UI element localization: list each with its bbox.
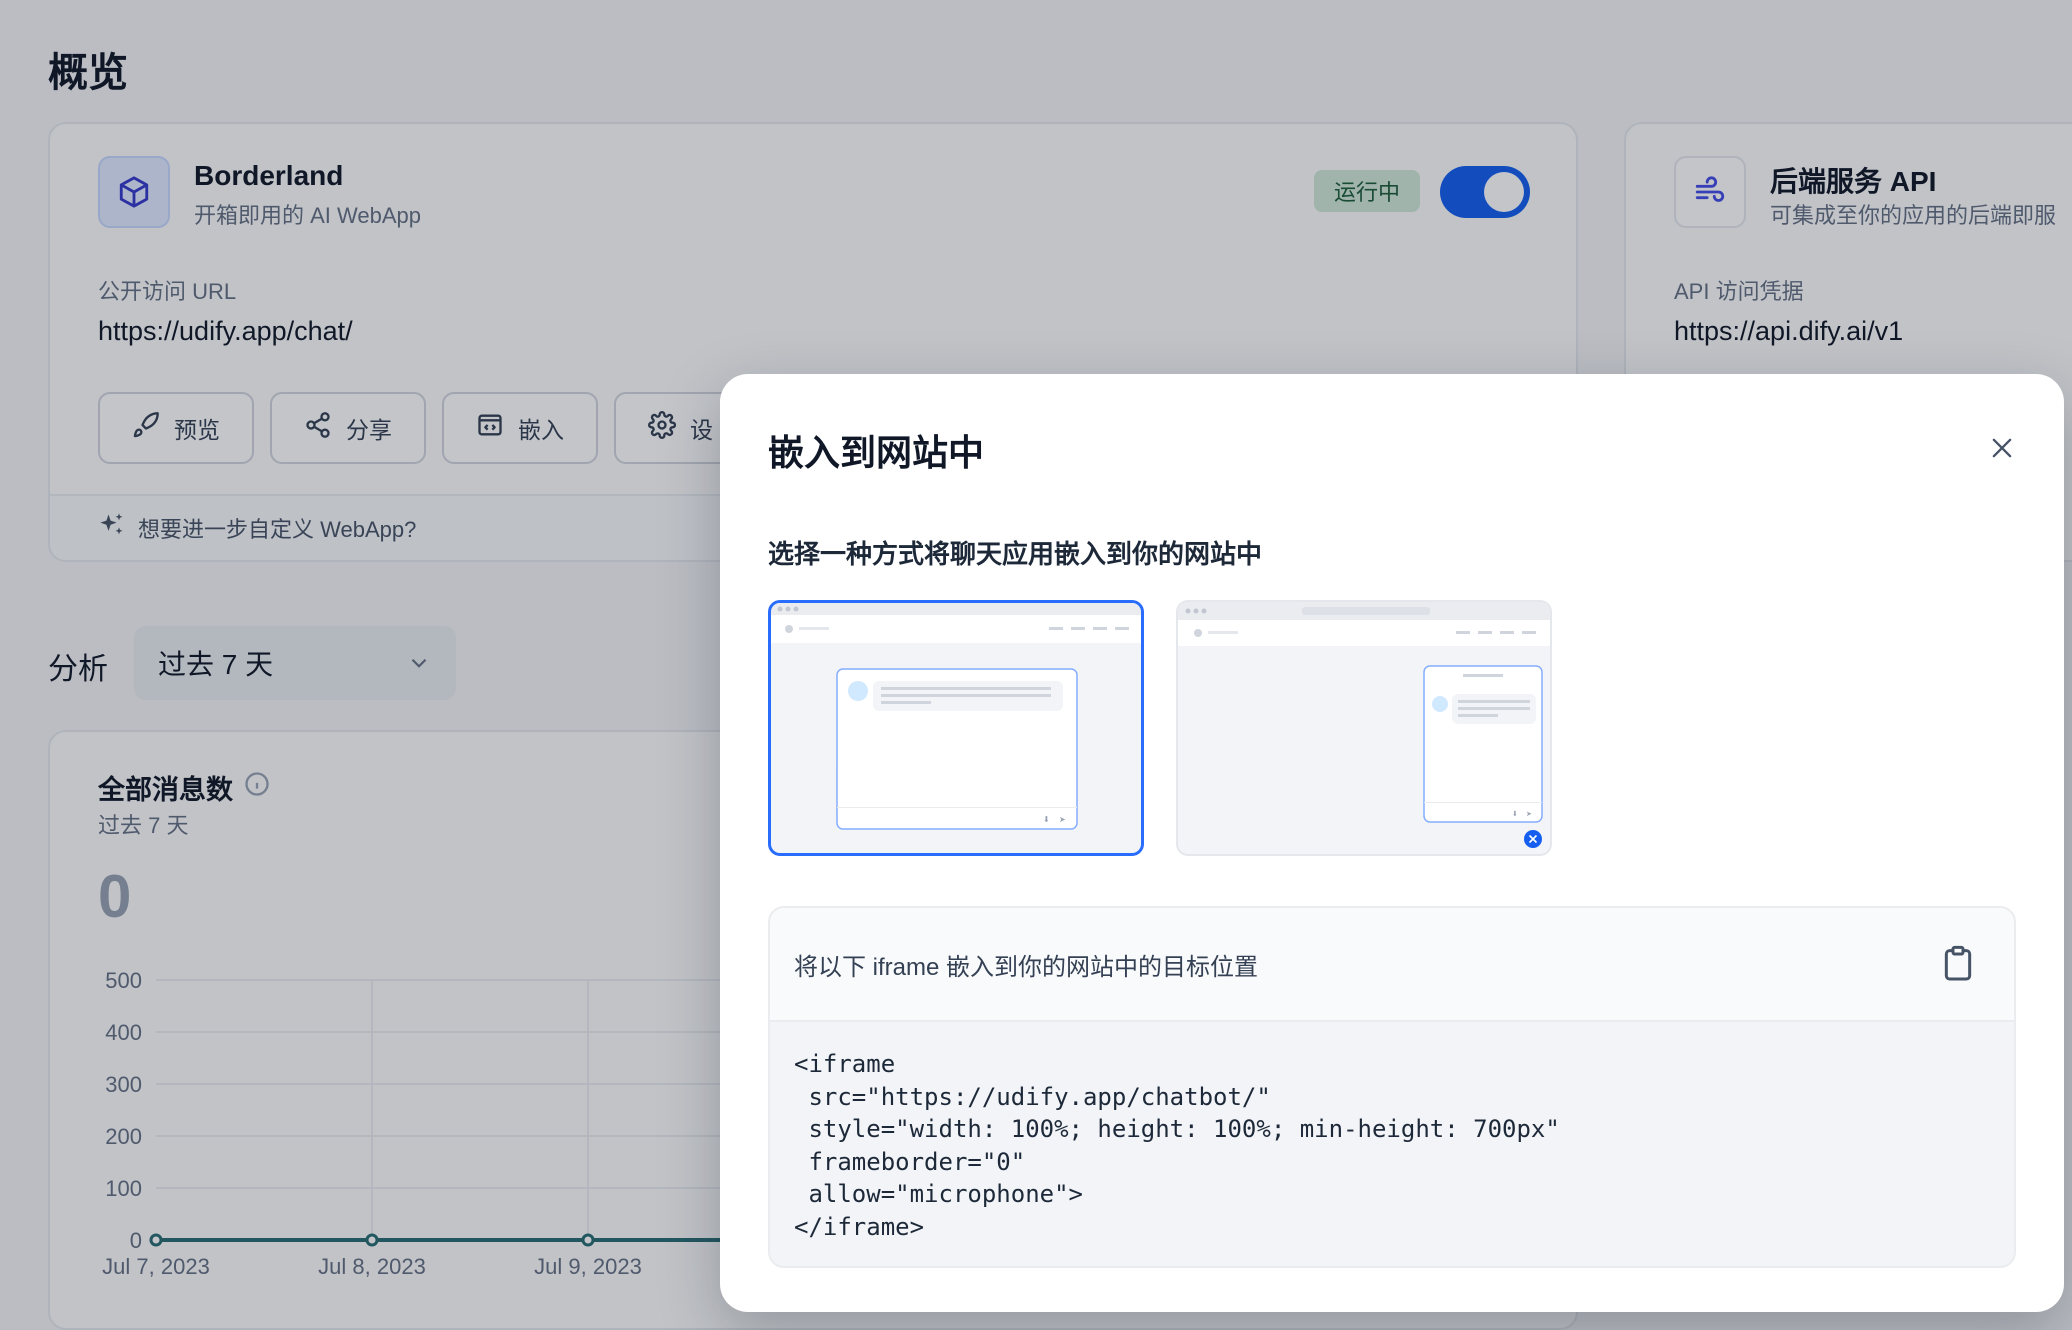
modal-subtitle: 选择一种方式将聊天应用嵌入到你的网站中 xyxy=(768,539,1263,569)
svg-text:➤: ➤ xyxy=(1059,815,1066,824)
svg-text:⬇: ⬇ xyxy=(1043,815,1050,824)
embed-code-box: 将以下 iframe 嵌入到你的网站中的目标位置 <iframe src="ht… xyxy=(768,906,2016,1268)
modal-title: 嵌入到网站中 xyxy=(768,432,985,473)
app-overview-page: 概览 Borderland 开箱即用的 AI WebApp 运行中 公开访问 U… xyxy=(0,0,2072,1330)
embed-code[interactable]: <iframe src="https://udify.app/chatbot/"… xyxy=(770,1022,2014,1266)
embed-modal: 嵌入到网站中 选择一种方式将聊天应用嵌入到你的网站中 ⬇ ➤ ⬇ ➤ 将以下 i… xyxy=(720,374,2064,1312)
svg-text:➤: ➤ xyxy=(1526,811,1532,818)
fullscreen-embed-illustration: ⬇ ➤ xyxy=(771,603,1141,830)
embed-option-bubble[interactable]: ⬇ ➤ xyxy=(1176,600,1552,856)
close-icon[interactable] xyxy=(1980,426,2024,470)
clipboard-icon[interactable] xyxy=(1938,944,1978,984)
code-line: allow="microphone"> xyxy=(794,1180,1083,1208)
embed-option-fullscreen[interactable]: ⬇ ➤ xyxy=(768,600,1144,856)
svg-text:⬇: ⬇ xyxy=(1512,810,1518,818)
code-line: </iframe> xyxy=(794,1212,925,1241)
bubble-embed-illustration: ⬇ ➤ xyxy=(1178,602,1550,848)
code-box-title: 将以下 iframe 嵌入到你的网站中的目标位置 xyxy=(794,953,1259,981)
code-line: <iframe xyxy=(794,1050,896,1078)
code-line: style="width: 100%; height: 100%; min-he… xyxy=(794,1115,1560,1143)
code-line: src="https://udify.app/chatbot/" xyxy=(794,1082,1271,1111)
code-box-header: 将以下 iframe 嵌入到你的网站中的目标位置 xyxy=(770,908,2014,1022)
code-line: frameborder="0" xyxy=(794,1147,1026,1176)
